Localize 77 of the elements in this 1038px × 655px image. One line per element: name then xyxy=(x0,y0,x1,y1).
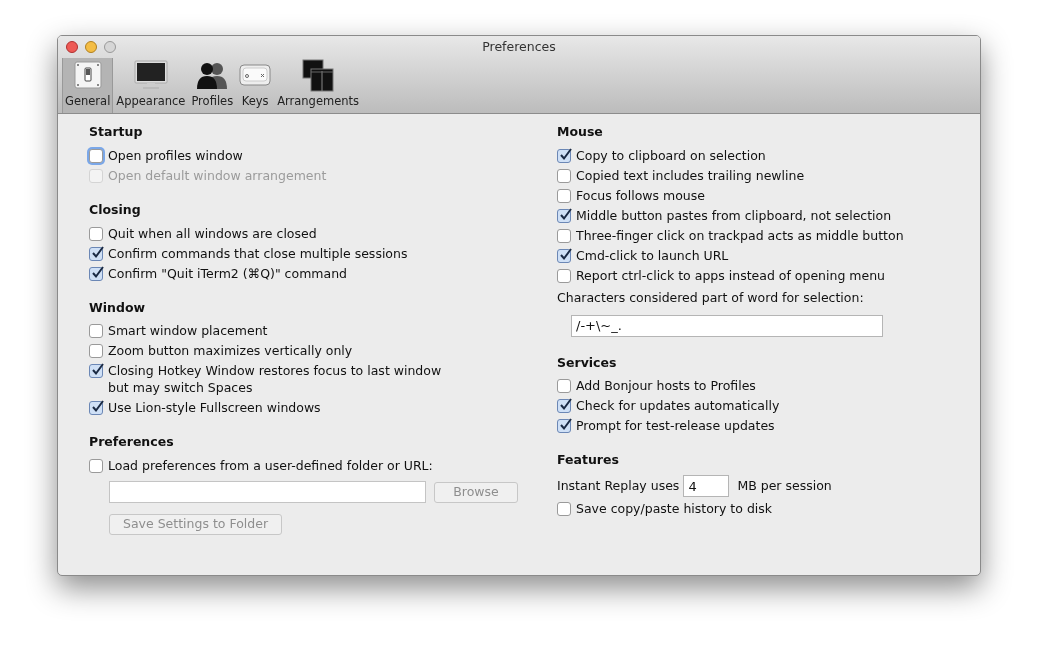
checkmark-icon xyxy=(91,400,104,414)
section-heading: Features xyxy=(557,451,620,470)
checkbox[interactable] xyxy=(89,344,103,359)
switch-panel-icon xyxy=(72,60,103,91)
checkbox-label: Add Bonjour hosts to Profiles xyxy=(576,377,756,395)
checkbox-label: Zoom button maximizes vertically only xyxy=(108,342,353,360)
section-heading: Window xyxy=(89,298,147,317)
checkbox[interactable] xyxy=(89,246,103,261)
checkmark-icon xyxy=(91,265,104,279)
checkbox-label: Confirm commands that close multiple sessions xyxy=(108,244,408,262)
checkbox-label: Load preferences from a user-defined folder or URL: xyxy=(108,457,433,474)
windows-icon xyxy=(301,58,336,93)
field-unit: MB per session xyxy=(737,476,832,495)
checkmark-icon xyxy=(559,247,572,261)
toolbar-tab[interactable]: Arrangements xyxy=(274,58,363,113)
checkbox[interactable] xyxy=(89,459,103,473)
checkbox[interactable] xyxy=(89,226,103,241)
path-field[interactable] xyxy=(109,481,426,503)
field-label: Instant Replay uses xyxy=(557,476,680,495)
section-heading: Preferences xyxy=(89,433,175,452)
checkbox[interactable] xyxy=(557,399,571,414)
checkbox-label: Open profiles window xyxy=(108,146,243,164)
checkbox-label: Smart window placement xyxy=(108,322,268,340)
checkmark-icon xyxy=(559,207,572,221)
checkmark-icon xyxy=(559,418,572,432)
checkbox-label: Prompt for test-release updates xyxy=(576,417,775,435)
people-icon xyxy=(195,60,230,91)
checkbox-label: Check for updates automatically xyxy=(576,397,780,415)
checkmark-icon xyxy=(559,398,572,412)
window-title: Preferences xyxy=(482,37,556,56)
checkbox-label: Save copy/paste history to disk xyxy=(576,500,773,517)
checkbox-label: Middle button pastes from clipboard, not selection xyxy=(576,206,892,224)
checkbox-label: Cmd-click to launch URL xyxy=(576,246,729,264)
checkbox-label: Confirm "Quit iTerm2 (⌘Q)" command xyxy=(108,264,347,282)
replay-size-field[interactable]: 4 xyxy=(683,475,730,497)
section-heading: Startup xyxy=(89,123,144,141)
field-label: Characters considered part of word for selection: xyxy=(557,288,865,307)
word-characters-field[interactable]: /-+\~_. xyxy=(571,314,883,337)
checkbox-label: Quit when all windows are closed xyxy=(108,224,317,242)
zoom-button[interactable] xyxy=(104,41,116,53)
checkbox[interactable] xyxy=(557,419,571,434)
toolbar-tab[interactable]: General xyxy=(62,58,114,113)
checkbox[interactable] xyxy=(557,148,571,163)
monitor-icon xyxy=(133,60,168,91)
checkbox-label: Use Lion-style Fullscreen windows xyxy=(108,399,321,417)
checkbox[interactable] xyxy=(557,248,571,263)
close-button[interactable] xyxy=(66,41,78,53)
checkbox[interactable] xyxy=(557,502,571,516)
checkbox-label: Report ctrl-click to apps instead of opening menu xyxy=(576,266,886,284)
checkbox-label: Closing Hotkey Window restores focus to last window but may switch Spaces xyxy=(108,362,442,397)
checkbox[interactable] xyxy=(557,188,571,203)
toolbar-tab[interactable]: Profiles xyxy=(188,58,237,113)
section-heading: Closing xyxy=(89,200,142,219)
checkbox[interactable] xyxy=(89,324,103,339)
checkbox-label: Three-finger click on trackpad acts as middle button xyxy=(576,226,904,244)
checkbox[interactable] xyxy=(557,208,571,223)
minimize-button[interactable] xyxy=(85,41,97,53)
checkbox[interactable] xyxy=(557,168,571,183)
checkmark-icon xyxy=(91,245,104,259)
checkbox[interactable] xyxy=(89,364,103,379)
checkbox-label: Copy to clipboard on selection xyxy=(576,146,766,164)
checkbox[interactable] xyxy=(89,148,103,163)
checkbox-label: Copied text includes trailing newline xyxy=(576,166,805,184)
toolbar-tab[interactable]: Appearance xyxy=(113,58,189,113)
section-heading: Services xyxy=(557,353,618,372)
toolbar-tab[interactable]: Keys xyxy=(236,58,275,113)
checkmark-icon xyxy=(91,363,104,377)
section-heading: Mouse xyxy=(557,123,604,141)
checkbox[interactable] xyxy=(89,266,103,281)
checkbox[interactable] xyxy=(557,379,571,394)
checkbox[interactable] xyxy=(89,401,103,416)
checkbox-label: Focus follows mouse xyxy=(576,186,705,204)
checkmark-icon xyxy=(559,147,572,161)
checkbox-label: Open default window arrangement xyxy=(108,166,327,184)
checkbox[interactable] xyxy=(557,228,571,243)
keyboard-key-icon xyxy=(239,63,272,88)
checkbox[interactable] xyxy=(557,268,571,283)
